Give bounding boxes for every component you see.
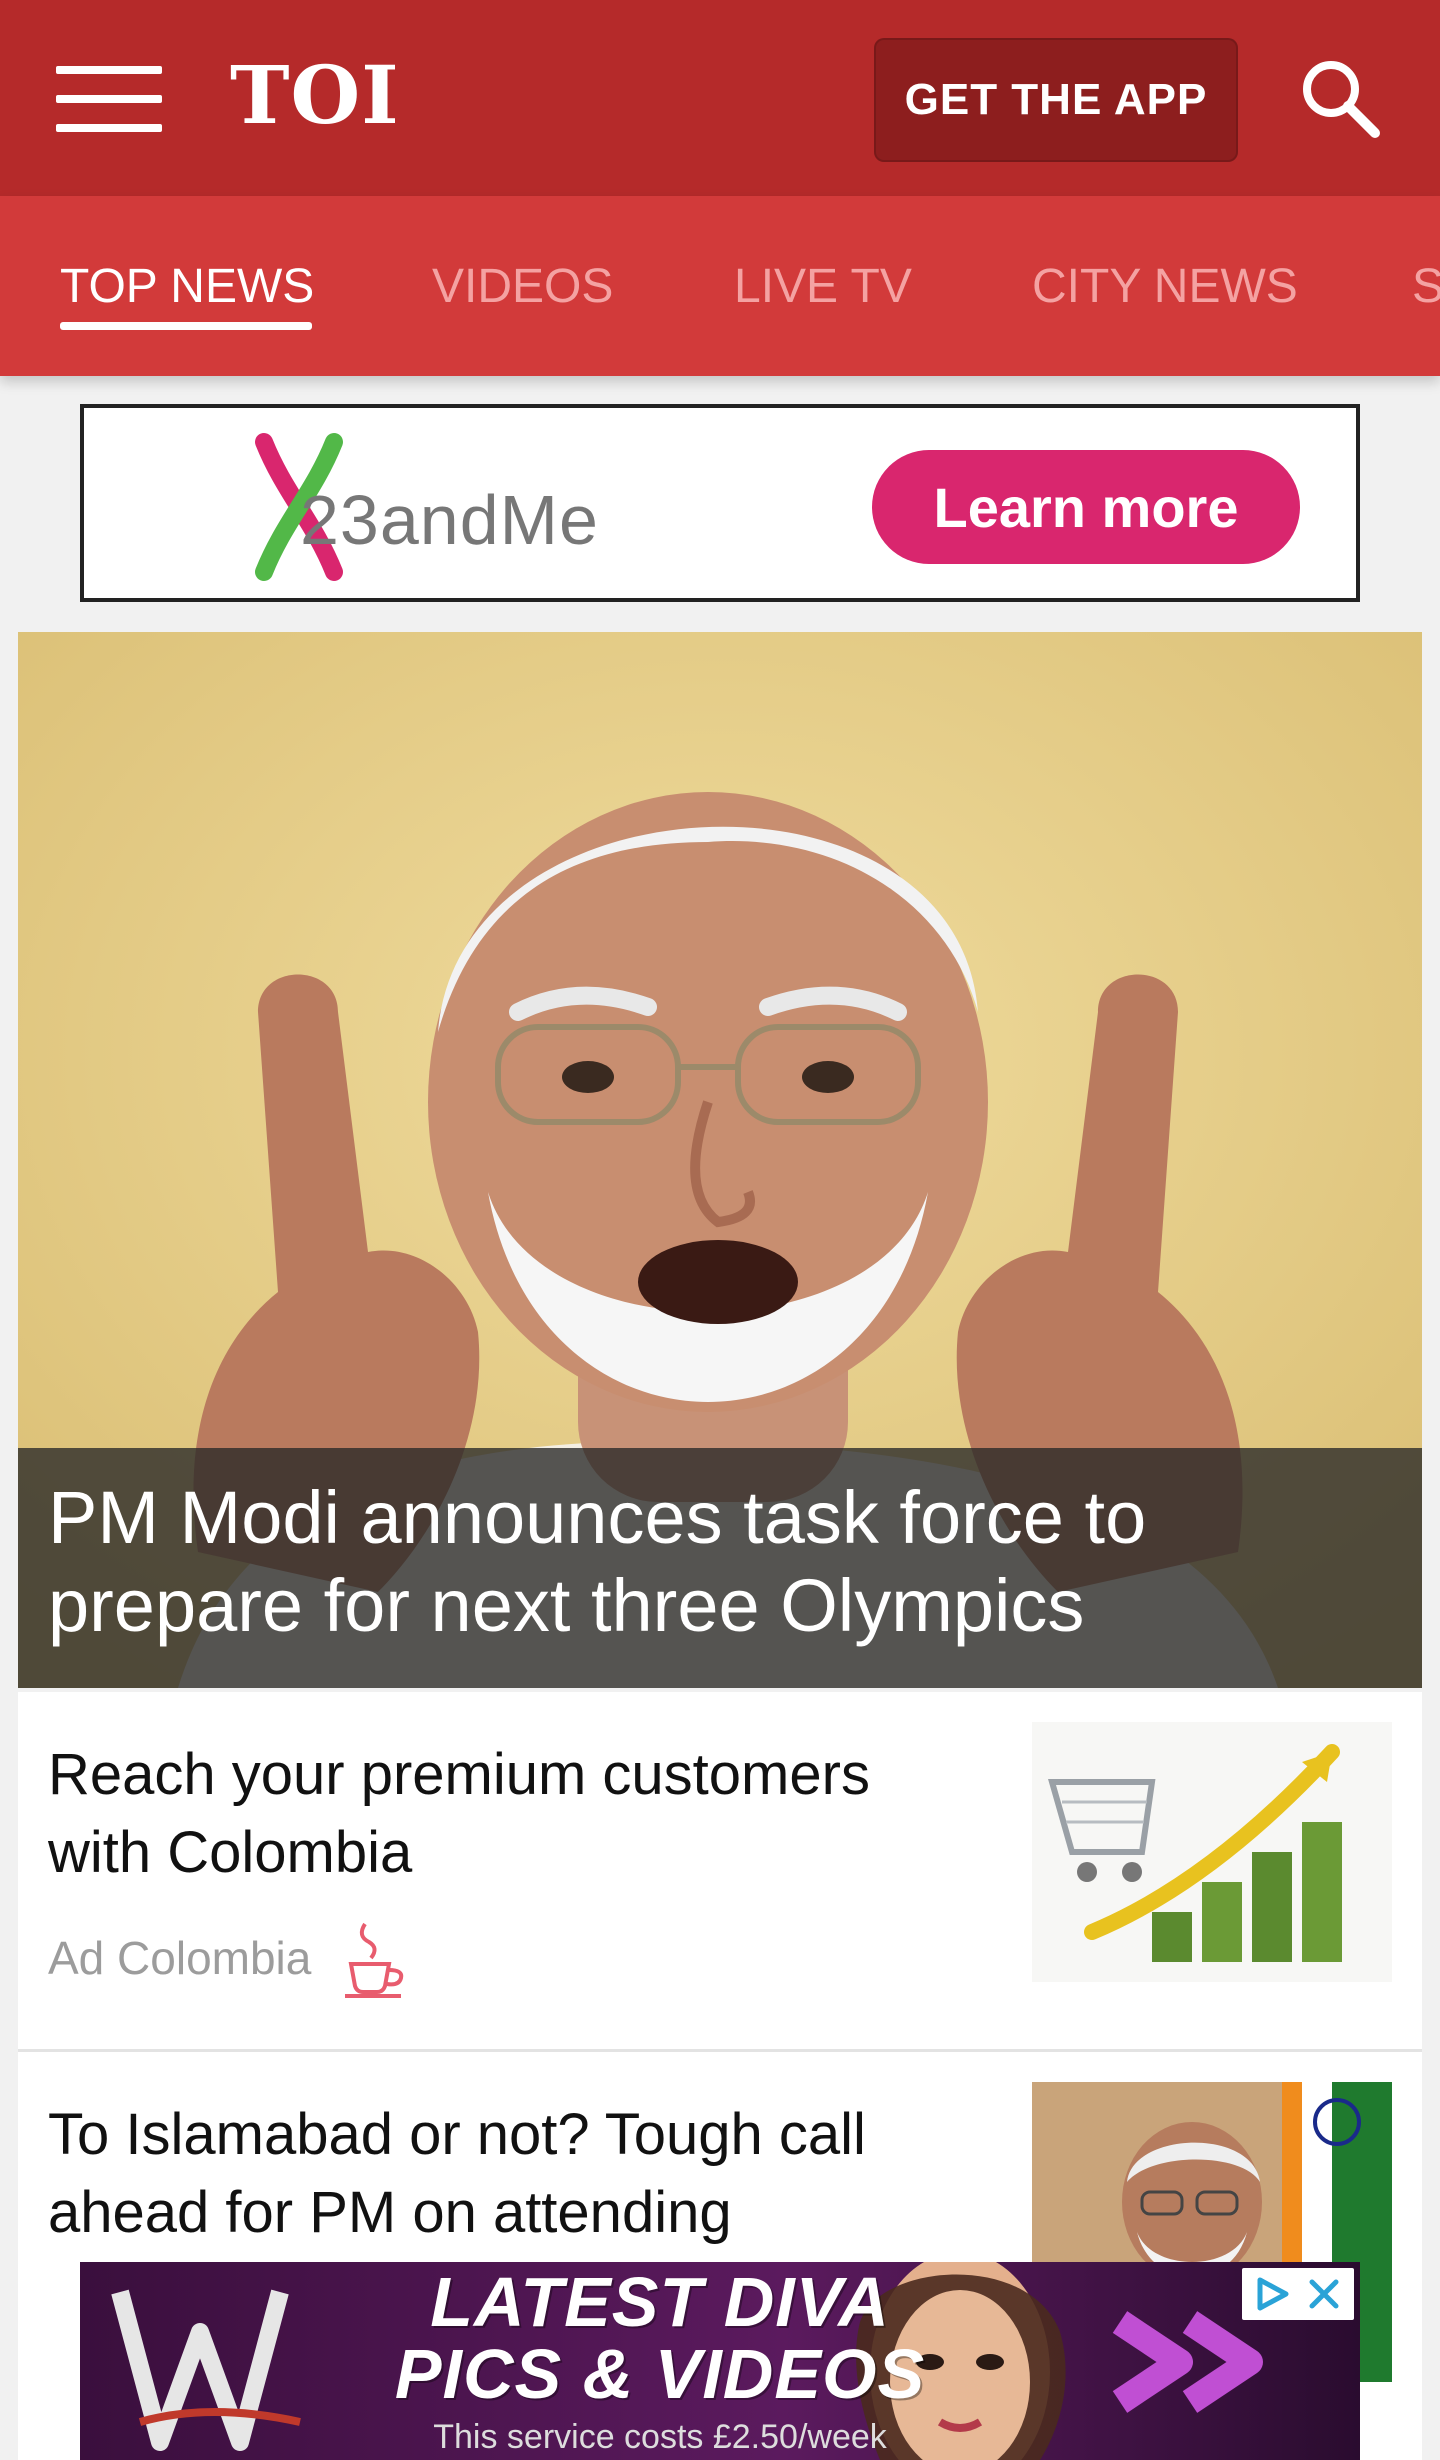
menu-line	[56, 95, 162, 103]
ad-brand-name: 23andMe	[300, 481, 599, 559]
card-headline[interactable]: Reach your premium customers with Colomb…	[48, 1736, 978, 1892]
top-ad-banner[interactable]: 23andMe Learn more	[80, 404, 1360, 602]
tab-top-news[interactable]: TOP NEWS	[60, 196, 314, 376]
ad-headline-line-2: PICS & VIDEOS	[394, 2335, 926, 2413]
bottom-ad-banner[interactable]: LATEST DIVA PICS & VIDEOS This service c…	[80, 2262, 1360, 2460]
adchoices-icon[interactable]	[1252, 2274, 1296, 2314]
ad-fine-print: This service costs £2.50/week	[433, 2418, 887, 2456]
ad-headline: LATEST DIVA PICS & VIDEOS	[380, 2266, 940, 2410]
top-bar: TOI GET THE APP	[0, 0, 1440, 196]
search-button[interactable]	[1284, 42, 1396, 154]
ad-source-label: Ad Colombia	[48, 1932, 312, 1984]
hero-story[interactable]: PM Modi announces task force to prepare …	[18, 632, 1422, 1688]
ad-controls	[1242, 2268, 1354, 2320]
hero-headline[interactable]: PM Modi announces task force to prepare …	[48, 1474, 1390, 1650]
active-tab-indicator	[60, 322, 312, 330]
card-thumbnail[interactable]	[1032, 1722, 1392, 1982]
close-icon[interactable]	[1304, 2274, 1344, 2314]
tab-city-news[interactable]: CITY NEWS	[1032, 196, 1298, 376]
hero-caption: PM Modi announces task force to prepare …	[18, 1448, 1422, 1688]
get-the-app-button[interactable]: GET THE APP	[874, 38, 1238, 162]
tab-live-tv[interactable]: LIVE TV	[734, 196, 912, 376]
tab-overflow[interactable]: S	[1412, 196, 1440, 376]
growth-chart-image	[1032, 1722, 1392, 1982]
menu-button[interactable]	[56, 66, 162, 132]
feed-card-ad[interactable]: Reach your premium customers with Colomb…	[18, 1692, 1422, 2052]
menu-line	[56, 66, 162, 74]
search-icon	[1303, 61, 1380, 138]
section-tabs: TOP NEWS VIDEOS LIVE TV CITY NEWS S	[0, 196, 1440, 376]
ad-headline-line-1: LATEST DIVA	[430, 2263, 890, 2341]
card-headline[interactable]: To Islamabad or not? Tough call ahead fo…	[48, 2096, 978, 2252]
toi-mobile-app: TOI GET THE APP TOP NEWS VIDEOS LIVE TV …	[0, 0, 1440, 2460]
tab-videos[interactable]: VIDEOS	[432, 196, 613, 376]
card-meta: Ad Colombia	[48, 1918, 409, 1998]
menu-line	[56, 124, 162, 132]
learn-more-button[interactable]: Learn more	[872, 450, 1300, 564]
brand-logo[interactable]: TOI	[230, 48, 400, 142]
coffee-cup-icon	[345, 1922, 404, 1998]
